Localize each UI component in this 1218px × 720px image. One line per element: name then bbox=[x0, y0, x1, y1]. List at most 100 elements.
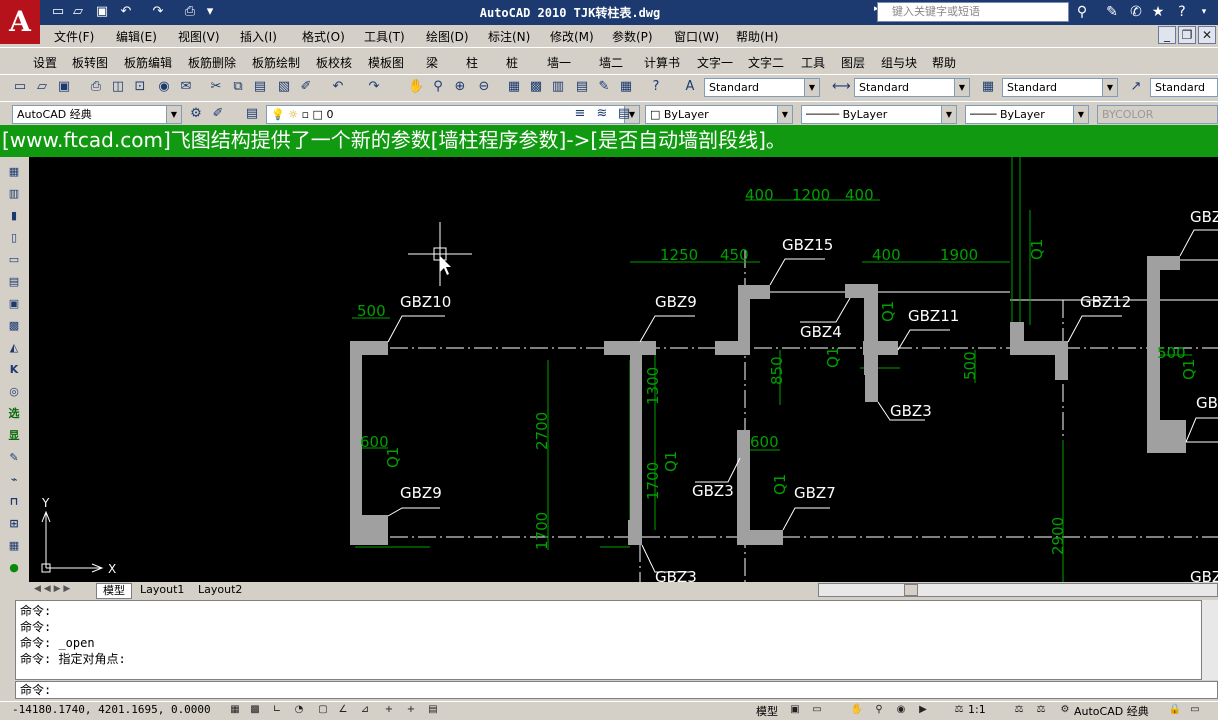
save-icon[interactable]: ▣ bbox=[56, 79, 72, 95]
annotation-visibility-icon[interactable]: ⚖ bbox=[1012, 703, 1026, 717]
menu-edit[interactable]: 编辑(E) bbox=[116, 28, 157, 45]
bolt-icon[interactable]: ⌁ bbox=[5, 471, 23, 488]
quick-view-drawings-icon[interactable]: ▭ bbox=[810, 703, 824, 717]
zoom-realtime-icon[interactable]: ⚲ bbox=[430, 79, 446, 95]
snap-mode-icon[interactable]: ▦ bbox=[228, 703, 242, 717]
redo-icon[interactable]: ↷ bbox=[150, 4, 166, 20]
multileader-style-select[interactable]: Standard bbox=[1150, 78, 1218, 97]
lineweight-select[interactable]: ──── ByLayer ▼ bbox=[965, 105, 1089, 124]
menu-insert[interactable]: 插入(I) bbox=[240, 28, 277, 45]
command-scrollbar[interactable] bbox=[1201, 600, 1218, 680]
save-icon[interactable]: ▣ bbox=[94, 4, 110, 20]
tab-nav-arrows[interactable]: ◀ ◀ ▶ ▶ bbox=[34, 584, 90, 594]
properties-icon[interactable]: ▦ bbox=[506, 79, 522, 95]
custom-menu-text2[interactable]: 文字二 bbox=[748, 54, 784, 71]
publish-icon[interactable]: ⊡ bbox=[132, 79, 148, 95]
text-style-select[interactable]: Standard ▼ bbox=[704, 78, 820, 97]
ortho-mode-icon[interactable]: ∟ bbox=[270, 703, 284, 717]
dynamic-input-icon[interactable]: + bbox=[382, 703, 396, 717]
pan-status-icon[interactable]: ✋ bbox=[850, 703, 864, 717]
quickcalc-icon[interactable]: ▦ bbox=[618, 79, 634, 95]
table-style-select[interactable]: Standard ▼ bbox=[1002, 78, 1118, 97]
custom-menu-column[interactable]: 柱 bbox=[466, 54, 478, 71]
tab-model[interactable]: 模型 bbox=[96, 583, 132, 599]
menu-modify[interactable]: 修改(M) bbox=[550, 28, 594, 45]
custom-menu-slab-rebar-delete[interactable]: 板筋删除 bbox=[188, 54, 236, 71]
match-properties-icon[interactable]: ▧ bbox=[276, 79, 292, 95]
help-icon[interactable]: ? bbox=[648, 79, 664, 95]
polar-tracking-icon[interactable]: ◔ bbox=[292, 703, 306, 717]
stair-icon[interactable]: ▤ bbox=[5, 273, 23, 290]
3d-dwf-icon[interactable]: ◉ bbox=[156, 79, 172, 95]
plotstyle-select[interactable]: BYCOLOR bbox=[1097, 105, 1218, 124]
open-icon[interactable]: ▱ bbox=[34, 79, 50, 95]
menu-format[interactable]: 格式(O) bbox=[302, 28, 345, 45]
menu-window[interactable]: 窗口(W) bbox=[674, 28, 719, 45]
ducs-icon[interactable]: ⊿ bbox=[358, 703, 372, 717]
layer-previous-icon[interactable]: ≋ bbox=[594, 106, 610, 122]
quick-properties-icon[interactable]: ▤ bbox=[426, 703, 440, 717]
table2-icon[interactable]: ▦ bbox=[5, 537, 23, 554]
text-icon[interactable]: K bbox=[5, 361, 23, 378]
tab-layout2[interactable]: Layout2 bbox=[194, 583, 246, 597]
coordinates-display[interactable]: -14180.1740, 4201.1695, 0.0000 bbox=[12, 703, 211, 716]
menu-draw[interactable]: 绘图(D) bbox=[426, 28, 469, 45]
zoom-previous-icon[interactable]: ⊖ bbox=[476, 79, 492, 95]
custom-menu-text1[interactable]: 文字一 bbox=[697, 54, 733, 71]
scrollbar-thumb[interactable] bbox=[904, 584, 918, 596]
custom-menu-wall2[interactable]: 墙二 bbox=[599, 54, 623, 71]
tool-palettes-icon[interactable]: ▥ bbox=[550, 79, 566, 95]
menu-tools[interactable]: 工具(T) bbox=[364, 28, 405, 45]
quick-access-dropdown-icon[interactable]: ▾ bbox=[202, 4, 218, 20]
zoom-window-icon[interactable]: ⊕ bbox=[452, 79, 468, 95]
custom-menu-help[interactable]: 帮助 bbox=[932, 54, 956, 71]
frame-icon[interactable]: ⊞ bbox=[5, 515, 23, 532]
dim-style-icon[interactable]: ⟷ bbox=[832, 79, 851, 95]
command-window-grip[interactable] bbox=[0, 600, 15, 700]
workspace-switch-icon[interactable]: ⚙ bbox=[1058, 703, 1072, 717]
pipe-icon[interactable]: ⊓ bbox=[5, 493, 23, 510]
custom-menu-wall1[interactable]: 墙一 bbox=[547, 54, 571, 71]
plot-icon[interactable]: ⎙ bbox=[88, 79, 104, 95]
custom-menu-calc[interactable]: 计算书 bbox=[644, 54, 680, 71]
layer-properties-icon[interactable]: ▤ bbox=[244, 106, 260, 122]
wall-icon[interactable]: ▮ bbox=[5, 207, 23, 224]
menu-help[interactable]: 帮助(H) bbox=[736, 28, 778, 45]
autocad-logo-button[interactable]: A bbox=[0, 0, 40, 44]
model-space-toggle[interactable]: 模型 bbox=[756, 703, 778, 719]
menu-dimension[interactable]: 标注(N) bbox=[488, 28, 530, 45]
favorites-icon[interactable]: ★ bbox=[1148, 3, 1168, 21]
search-binoculars-icon[interactable]: ⚲ bbox=[1072, 3, 1092, 21]
make-current-layer-icon[interactable]: ≡ bbox=[572, 106, 588, 122]
table-style-icon[interactable]: ▦ bbox=[980, 79, 996, 95]
minimize-button[interactable]: _ bbox=[1158, 26, 1176, 44]
copy-icon[interactable]: ⧉ bbox=[230, 79, 246, 95]
zoom-status-icon[interactable]: ⚲ bbox=[872, 703, 886, 717]
custom-menu-slab-to-drawing[interactable]: 板转图 bbox=[72, 54, 108, 71]
sheet-set-icon[interactable]: ▤ bbox=[574, 79, 590, 95]
custom-menu-beam[interactable]: 梁 bbox=[426, 54, 438, 71]
text-style-icon[interactable]: A bbox=[682, 79, 698, 95]
object-snap-icon[interactable]: ▢ bbox=[316, 703, 330, 717]
clean-screen-icon[interactable]: ▭ bbox=[1188, 703, 1202, 717]
redo-icon[interactable]: ↷ bbox=[366, 79, 382, 95]
custom-menu-slab-check[interactable]: 板校核 bbox=[316, 54, 352, 71]
dim-style-select[interactable]: Standard ▼ bbox=[854, 78, 970, 97]
workspace-settings-icon[interactable]: ⚙ bbox=[188, 106, 204, 122]
rect-icon[interactable]: ▦ bbox=[5, 163, 23, 180]
help-dropdown-icon[interactable]: ▾ bbox=[1194, 3, 1214, 21]
multileader-style-icon[interactable]: ↗ bbox=[1128, 79, 1144, 95]
help-icon[interactable]: ? bbox=[1172, 3, 1192, 21]
pencil-icon[interactable]: ✎ bbox=[5, 449, 23, 466]
color-select[interactable]: □ ByLayer ▼ bbox=[645, 105, 793, 124]
tab-layout1[interactable]: Layout1 bbox=[136, 583, 188, 597]
user-icon[interactable]: ● bbox=[5, 559, 23, 576]
door-icon[interactable]: ▣ bbox=[5, 295, 23, 312]
command-input[interactable]: 命令: bbox=[15, 681, 1218, 699]
custom-menu-groups[interactable]: 组与块 bbox=[881, 54, 917, 71]
undo-icon[interactable]: ↶ bbox=[118, 4, 134, 20]
pan-icon[interactable]: ✋ bbox=[408, 79, 424, 95]
close-button[interactable]: ✕ bbox=[1198, 26, 1216, 44]
menu-file[interactable]: 文件(F) bbox=[54, 28, 94, 45]
steering-wheel-icon[interactable]: ◉ bbox=[894, 703, 908, 717]
